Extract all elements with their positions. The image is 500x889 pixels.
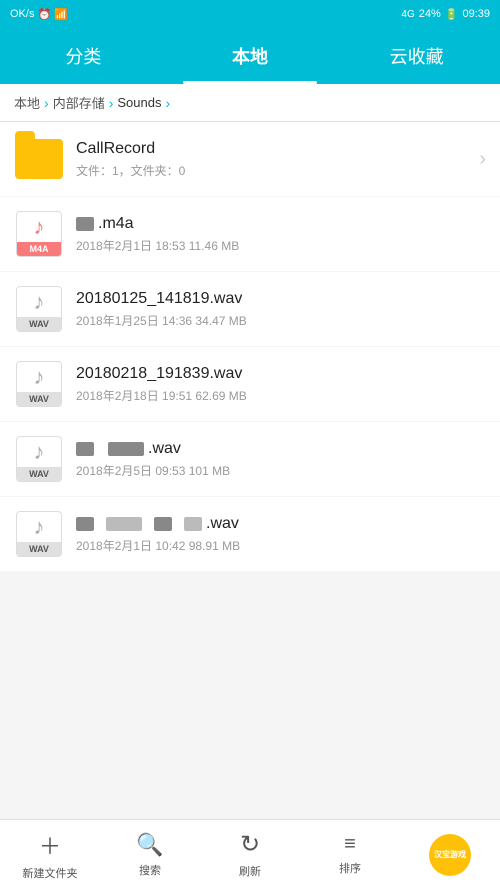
- file-info-callrecord: CallRecord 文件：1，文件夹：0: [76, 140, 471, 179]
- nav-label-search: 搜索: [139, 862, 161, 878]
- nav-label-refresh: 刷新: [239, 863, 261, 879]
- nav-sort[interactable]: ≡ 排序: [300, 820, 400, 889]
- redacted-block: [76, 442, 94, 456]
- nav-label-new-folder: 新建文件夹: [23, 865, 78, 881]
- list-item[interactable]: ♪ WAV 20180218_191839.wav 2018年2月18日 19:…: [0, 347, 500, 421]
- file-name: .wav: [76, 515, 486, 533]
- refresh-icon: ↻: [240, 830, 260, 859]
- audio-file-icon: ♪ WAV: [14, 509, 64, 559]
- bottom-nav: ＋ 新建文件夹 🔍 搜索 ↻ 刷新 ≡ 排序 汉宝游戏: [0, 819, 500, 889]
- status-left: OK/s ⏰ 📶: [10, 0, 68, 28]
- search-icon: 🔍: [136, 832, 163, 858]
- file-name: .wav: [76, 440, 486, 458]
- breadcrumb-sep-1: ›: [44, 95, 49, 111]
- music-note-icon: ♪: [34, 289, 45, 315]
- nav-new-folder[interactable]: ＋ 新建文件夹: [0, 820, 100, 889]
- redacted-block: [76, 517, 94, 531]
- folder-icon: [14, 134, 64, 184]
- status-bar: OK/s ⏰ 📶 4G 24% 🔋 09:39: [0, 0, 500, 28]
- tab-bendi[interactable]: 本地: [167, 28, 334, 84]
- file-info-wav4: .wav 2018年2月1日 10:42 98.91 MB: [76, 515, 486, 554]
- list-item[interactable]: ♪ WAV .wav 2018年2月1日 10:42 98.91 MB: [0, 497, 500, 571]
- file-type-label: WAV: [17, 467, 61, 481]
- tab-bar: 分类 本地 云收藏: [0, 28, 500, 84]
- nav-label-sort: 排序: [339, 860, 361, 876]
- file-meta: 2018年2月18日 19:51 62.69 MB: [76, 387, 486, 404]
- audio-file-icon: ♪ WAV: [14, 359, 64, 409]
- brand-logo: 汉宝游戏: [429, 834, 471, 876]
- file-meta: 2018年2月5日 09:53 101 MB: [76, 462, 486, 479]
- nav-search[interactable]: 🔍 搜索: [100, 820, 200, 889]
- tab-yunshoucang[interactable]: 云收藏: [333, 28, 500, 84]
- breadcrumb-local[interactable]: 本地: [14, 93, 40, 112]
- battery-icon: 🔋: [445, 8, 459, 21]
- redacted-block: [106, 517, 142, 531]
- redacted-block: [108, 442, 144, 456]
- redacted-block: [154, 517, 172, 531]
- status-right: 4G 24% 🔋 09:39: [401, 8, 490, 21]
- breadcrumb-sep-2: ›: [109, 95, 114, 111]
- file-type-label: M4A: [17, 242, 61, 256]
- chevron-right-icon: ›: [479, 148, 486, 171]
- signal-text: OK/s: [10, 8, 34, 20]
- redacted-block: [76, 217, 94, 231]
- file-type-label: WAV: [17, 542, 61, 556]
- list-item[interactable]: ♪ WAV 20180125_141819.wav 2018年1月25日 14:…: [0, 272, 500, 346]
- file-name: CallRecord: [76, 140, 471, 158]
- audio-file-icon: ♪ WAV: [14, 284, 64, 334]
- tab-fenlei[interactable]: 分类: [0, 28, 167, 84]
- file-name: 20180218_191839.wav: [76, 365, 486, 383]
- time-text: 09:39: [462, 8, 490, 20]
- network-icon: 4G: [401, 9, 414, 20]
- file-name: .m4a: [76, 215, 486, 233]
- wifi-icon: 📶: [54, 8, 68, 21]
- sort-icon: ≡: [344, 833, 356, 856]
- file-meta: 文件：1，文件夹：0: [76, 162, 471, 179]
- file-info-wav3: .wav 2018年2月5日 09:53 101 MB: [76, 440, 486, 479]
- file-info-wav2: 20180218_191839.wav 2018年2月18日 19:51 62.…: [76, 365, 486, 404]
- nav-refresh[interactable]: ↻ 刷新: [200, 820, 300, 889]
- music-note-icon: ♪: [34, 514, 45, 540]
- clock-icon: ⏰: [37, 8, 51, 21]
- battery-text: 24%: [419, 8, 441, 20]
- file-list: CallRecord 文件：1，文件夹：0 › ♪ M4A .m4a 2018年…: [0, 122, 500, 819]
- audio-file-icon: ♪ M4A: [14, 209, 64, 259]
- breadcrumb-sep-3: ›: [165, 95, 170, 111]
- list-item[interactable]: ♪ M4A .m4a 2018年2月1日 18:53 11.46 MB: [0, 197, 500, 271]
- breadcrumb-internal[interactable]: 内部存储: [53, 93, 105, 112]
- breadcrumb: 本地 › 内部存储 › Sounds ›: [0, 84, 500, 122]
- music-note-icon: ♪: [34, 364, 45, 390]
- audio-file-icon: ♪ WAV: [14, 434, 64, 484]
- file-meta: 2018年1月25日 14:36 34.47 MB: [76, 312, 486, 329]
- music-note-icon: ♪: [34, 439, 45, 465]
- file-meta: 2018年2月1日 18:53 11.46 MB: [76, 237, 486, 254]
- file-type-label: WAV: [17, 317, 61, 331]
- file-meta: 2018年2月1日 10:42 98.91 MB: [76, 537, 486, 554]
- nav-brand[interactable]: 汉宝游戏: [400, 820, 500, 889]
- list-item[interactable]: CallRecord 文件：1，文件夹：0 ›: [0, 122, 500, 196]
- breadcrumb-sounds[interactable]: Sounds: [117, 95, 161, 110]
- plus-icon: ＋: [39, 829, 61, 861]
- file-name: 20180125_141819.wav: [76, 290, 486, 308]
- list-item[interactable]: ♪ WAV .wav 2018年2月5日 09:53 101 MB: [0, 422, 500, 496]
- file-info-wav1: 20180125_141819.wav 2018年1月25日 14:36 34.…: [76, 290, 486, 329]
- redacted-block: [184, 517, 202, 531]
- music-note-icon: ♪: [34, 214, 45, 240]
- file-info-m4a: .m4a 2018年2月1日 18:53 11.46 MB: [76, 215, 486, 254]
- file-type-label: WAV: [17, 392, 61, 406]
